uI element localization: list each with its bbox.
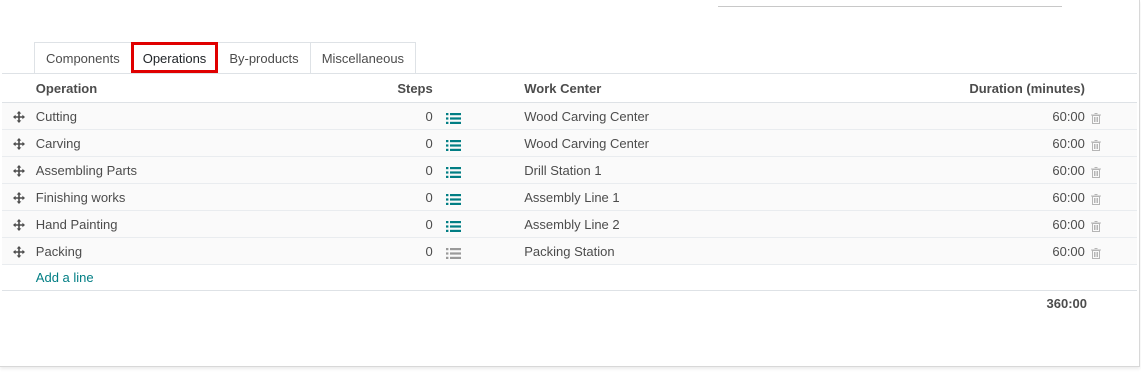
delete-cell[interactable] (1084, 183, 1137, 211)
add-line-row: Add a line (2, 264, 1137, 291)
delete-cell[interactable] (1084, 210, 1137, 238)
drag-handle[interactable] (2, 183, 36, 211)
add-line-link[interactable]: Add a line (36, 270, 94, 285)
delete-cell[interactable] (1084, 156, 1137, 184)
tab-by-products[interactable]: By-products (217, 42, 311, 73)
duration-cell[interactable]: 60:00 (934, 237, 1085, 265)
duration-cell[interactable]: 60:00 (934, 156, 1085, 184)
drag-handle-icon[interactable] (12, 138, 25, 151)
drag-handle-icon[interactable] (12, 111, 25, 124)
trash-icon[interactable] (1090, 166, 1101, 178)
list-icon[interactable] (445, 139, 461, 151)
drag-handle[interactable] (2, 210, 36, 238)
steps-cell: 0 (390, 129, 433, 157)
table-row[interactable]: Packing 0 Packing Station 60:00 (2, 237, 1137, 265)
work-center-cell[interactable]: Assembly Line 2 (524, 210, 935, 238)
steps-cell: 0 (390, 102, 433, 130)
work-center-cell[interactable]: Assembly Line 1 (524, 183, 935, 211)
list-icon[interactable] (445, 112, 461, 124)
column-header-steps[interactable]: Steps (390, 75, 433, 103)
trash-icon[interactable] (1090, 139, 1101, 151)
table-row[interactable]: Finishing works 0 Assembly Line 1 60:00 (2, 183, 1137, 211)
tab-miscellaneous[interactable]: Miscellaneous (309, 42, 417, 73)
table-row[interactable]: Cutting 0 Wood Carving Center 60:00 (2, 102, 1137, 130)
list-icon[interactable] (445, 166, 461, 178)
operation-cell[interactable]: Finishing works (35, 183, 391, 211)
form-sheet: Components Operations By-products Miscel… (0, 0, 1140, 367)
trash-icon[interactable] (1090, 247, 1101, 259)
work-center-cell[interactable]: Wood Carving Center (524, 102, 935, 130)
column-header-operation[interactable]: Operation (35, 75, 391, 103)
tab-components[interactable]: Components (34, 42, 132, 73)
drag-handle-icon[interactable] (12, 192, 25, 205)
notebook-tabs: Components Operations By-products Miscel… (34, 42, 417, 74)
steps-cell-icon[interactable] (432, 210, 525, 238)
delete-cell[interactable] (1084, 237, 1137, 265)
table-row[interactable]: Assembling Parts 0 Drill Station 1 60:00 (2, 156, 1137, 184)
drag-handle[interactable] (2, 102, 36, 130)
drag-handle[interactable] (2, 237, 36, 265)
steps-cell-icon[interactable] (432, 183, 525, 211)
trash-icon[interactable] (1090, 220, 1101, 232)
table-row[interactable]: Carving 0 Wood Carving Center 60:00 (2, 129, 1137, 157)
handle-header (2, 75, 36, 103)
table-row[interactable]: Hand Painting 0 Assembly Line 2 60:00 (2, 210, 1137, 238)
steps-cell-icon[interactable] (432, 237, 525, 265)
work-center-cell[interactable]: Packing Station (524, 237, 935, 265)
list-icon[interactable] (445, 193, 461, 205)
steps-cell: 0 (390, 183, 433, 211)
operations-table: Operation Steps Work Center Duration (mi… (2, 75, 1137, 291)
steps-icon-header (432, 75, 525, 103)
column-header-duration[interactable]: Duration (minutes) (934, 75, 1085, 103)
operation-cell[interactable]: Cutting (35, 102, 391, 130)
drag-handle[interactable] (2, 129, 36, 157)
tab-operations[interactable]: Operations (130, 42, 219, 73)
delete-cell[interactable] (1084, 102, 1137, 130)
work-center-cell[interactable]: Drill Station 1 (524, 156, 935, 184)
operation-cell[interactable]: Assembling Parts (35, 156, 391, 184)
operation-cell[interactable]: Carving (35, 129, 391, 157)
operation-cell[interactable]: Hand Painting (35, 210, 391, 238)
drag-handle-icon[interactable] (12, 165, 25, 178)
steps-cell-icon[interactable] (432, 129, 525, 157)
duration-cell[interactable]: 60:00 (934, 183, 1085, 211)
steps-cell-icon[interactable] (432, 156, 525, 184)
trash-icon[interactable] (1090, 193, 1101, 205)
steps-cell: 0 (390, 210, 433, 238)
duration-cell[interactable]: 60:00 (934, 102, 1085, 130)
list-icon[interactable] (445, 247, 461, 259)
total-duration: 360:00 (1046, 296, 1087, 311)
trash-icon[interactable] (1090, 112, 1101, 124)
work-center-cell[interactable]: Wood Carving Center (524, 129, 935, 157)
add-line-spacer (2, 264, 36, 291)
drag-handle-icon[interactable] (12, 246, 25, 259)
drag-handle[interactable] (2, 156, 36, 184)
duration-cell[interactable]: 60:00 (934, 210, 1085, 238)
steps-cell: 0 (390, 237, 433, 265)
operation-cell[interactable]: Packing (35, 237, 391, 265)
duration-cell[interactable]: 60:00 (934, 129, 1085, 157)
drag-handle-icon[interactable] (12, 219, 25, 232)
add-line-cell: Add a line (35, 264, 1137, 291)
top-field-underline (718, 6, 1062, 7)
steps-cell-icon[interactable] (432, 102, 525, 130)
list-icon[interactable] (445, 220, 461, 232)
steps-cell: 0 (390, 156, 433, 184)
column-header-work-center[interactable]: Work Center (524, 75, 935, 103)
trash-header (1084, 75, 1137, 103)
delete-cell[interactable] (1084, 129, 1137, 157)
